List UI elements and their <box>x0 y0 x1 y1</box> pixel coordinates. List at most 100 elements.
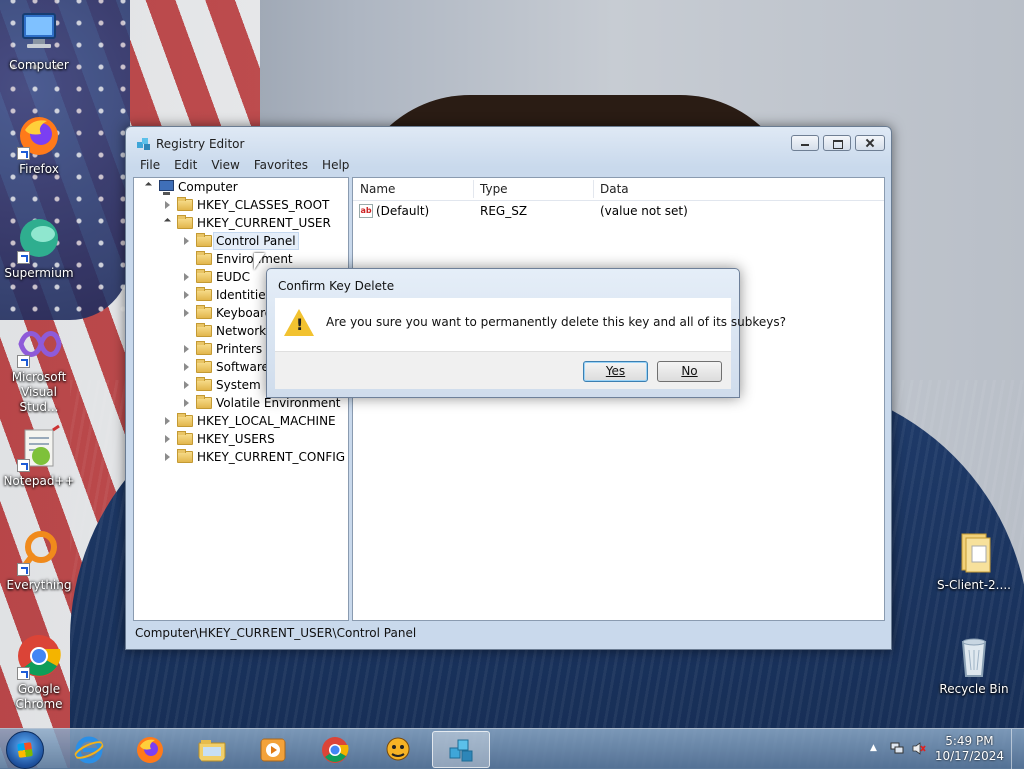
clock[interactable]: 5:49 PM 10/17/2024 <box>935 734 1004 764</box>
registry-editor-icon <box>136 136 152 155</box>
menu-favorites[interactable]: Favorites <box>247 157 315 175</box>
expand-arrow-icon[interactable] <box>144 181 153 190</box>
dialog-message: Are you sure you want to permanently del… <box>326 315 786 329</box>
desktop-icon-label: S-Client-2.... <box>937 578 1011 592</box>
tree-label: Identities <box>216 288 272 302</box>
shortcut-arrow-icon <box>17 251 30 264</box>
tree-label: HKEY_LOCAL_MACHINE <box>197 414 336 428</box>
taskbar-file-explorer[interactable] <box>183 731 241 768</box>
folder-icon <box>177 197 193 211</box>
folder-icon <box>196 395 212 409</box>
list-item[interactable]: ab (Default) REG_SZ (value not set) <box>353 202 884 220</box>
tree-label: Network <box>216 324 267 338</box>
desktop-icon-label: Microsoft Visual Stud... <box>11 370 67 414</box>
taskbar-chrome[interactable] <box>306 731 364 768</box>
taskbar-media-player[interactable] <box>244 731 302 768</box>
desktop-icon-recycle-bin[interactable]: Recycle Bin <box>936 632 1012 697</box>
desktop-icon-label: Recycle Bin <box>939 682 1009 696</box>
folder-icon <box>950 528 998 576</box>
value-type: REG_SZ <box>480 204 528 218</box>
column-header-type[interactable]: Type <box>480 182 508 196</box>
desktop-icon-label: Supermium <box>4 266 74 280</box>
everything-icon <box>15 528 63 576</box>
shortcut-arrow-icon <box>17 667 30 680</box>
yes-button[interactable]: Yes <box>583 361 648 382</box>
menu-view[interactable]: View <box>204 157 246 175</box>
supermium-icon <box>15 216 63 264</box>
collapse-arrow-icon[interactable] <box>165 417 170 425</box>
desktop-icon-visual-studio[interactable]: Microsoft Visual Stud... <box>1 320 77 415</box>
tree-label: HKEY_CURRENT_USER <box>197 216 331 230</box>
confirm-key-delete-dialog[interactable]: Confirm Key Delete Are you sure you want… <box>266 268 786 398</box>
show-desktop-button[interactable] <box>1011 729 1024 769</box>
maximize-button[interactable] <box>823 135 851 151</box>
menu-edit[interactable]: Edit <box>167 157 204 175</box>
taskbar-internet-explorer[interactable] <box>60 731 118 768</box>
tree-label: EUDC <box>216 270 250 284</box>
column-header-name[interactable]: Name <box>360 182 395 196</box>
collapse-arrow-icon[interactable] <box>184 345 189 353</box>
desktop-icon-firefox[interactable]: Firefox <box>1 112 77 177</box>
shortcut-arrow-icon <box>17 459 30 472</box>
desktop-icon-label: Everything <box>6 578 72 592</box>
desktop-icon-chrome[interactable]: Google Chrome <box>1 632 77 712</box>
notepadpp-icon <box>15 424 63 472</box>
tree-label: System <box>216 378 261 392</box>
taskbar-firefox[interactable] <box>121 731 179 768</box>
shortcut-arrow-icon <box>17 563 30 576</box>
status-bar: Computer\HKEY_CURRENT_USER\Control Panel <box>135 626 417 640</box>
shortcut-arrow-icon <box>17 147 30 160</box>
minimize-button[interactable] <box>791 135 819 151</box>
string-value-icon: ab <box>359 204 373 218</box>
collapse-arrow-icon[interactable] <box>184 309 189 317</box>
file-explorer-icon <box>198 740 226 762</box>
window-title: Registry Editor <box>156 137 245 151</box>
collapse-arrow-icon[interactable] <box>184 291 189 299</box>
collapse-arrow-icon[interactable] <box>165 201 170 209</box>
collapse-arrow-icon[interactable] <box>165 453 170 461</box>
column-header-data[interactable]: Data <box>600 182 629 196</box>
collapse-arrow-icon[interactable] <box>184 381 189 389</box>
desktop-icon-notepadpp[interactable]: Notepad++ <box>1 424 77 489</box>
collapse-arrow-icon[interactable] <box>184 363 189 371</box>
taskbar: ▲ 5:49 PM 10/17/2024 <box>0 728 1024 769</box>
close-button[interactable] <box>855 135 885 151</box>
window-titlebar[interactable]: Registry Editor <box>126 127 891 157</box>
desktop-icon-label: Computer <box>9 58 69 72</box>
collapse-arrow-icon[interactable] <box>184 399 189 407</box>
mouse-cursor-icon <box>254 253 265 270</box>
no-button[interactable]: No <box>657 361 722 382</box>
menu-help[interactable]: Help <box>315 157 356 175</box>
registry-tree[interactable]: Computer HKEY_CLASSES_ROOT HKEY_CURRENT_… <box>133 177 349 621</box>
dialog-button-row: Yes No <box>275 351 731 389</box>
folder-open-icon <box>177 215 193 229</box>
values-list[interactable]: Name Type Data ab (Default) REG_SZ (valu… <box>352 177 885 621</box>
show-hidden-icons-chevron-icon[interactable]: ▲ <box>870 743 877 753</box>
app-icon <box>386 737 410 761</box>
desktop-icon-computer[interactable]: Computer <box>1 8 77 73</box>
taskbar-app[interactable] <box>369 731 427 768</box>
folder-icon <box>196 377 212 391</box>
folder-icon <box>177 413 193 427</box>
dialog-body: Are you sure you want to permanently del… <box>275 298 786 351</box>
tree-label: HKEY_USERS <box>197 432 275 446</box>
menu-file[interactable]: File <box>133 157 167 175</box>
collapse-arrow-icon[interactable] <box>184 273 189 281</box>
computer-icon <box>15 8 63 56</box>
taskbar-registry-editor[interactable] <box>432 731 490 768</box>
expand-arrow-icon[interactable] <box>163 217 172 226</box>
desktop-icon-supermium[interactable]: Supermium <box>1 216 77 281</box>
folder-icon <box>196 359 212 373</box>
desktop-icon-everything[interactable]: Everything <box>1 528 77 593</box>
volume-muted-icon[interactable] <box>912 742 926 755</box>
folder-icon <box>196 269 212 283</box>
tree-label: HKEY_CURRENT_CONFIG <box>197 450 346 464</box>
start-button[interactable] <box>6 731 44 769</box>
visual-studio-icon <box>15 320 63 368</box>
network-icon[interactable] <box>890 742 904 755</box>
collapse-arrow-icon[interactable] <box>165 435 170 443</box>
collapse-arrow-icon[interactable] <box>184 237 189 245</box>
internet-explorer-icon <box>74 736 104 764</box>
media-player-icon <box>260 738 286 762</box>
desktop-icon-s-client[interactable]: S-Client-2.... <box>936 528 1012 593</box>
